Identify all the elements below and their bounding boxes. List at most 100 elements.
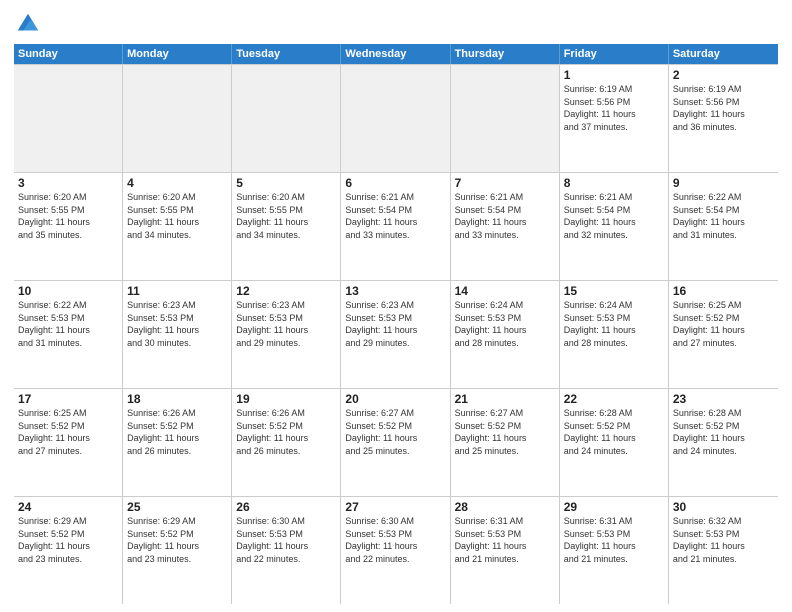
day-number: 14 [455,284,555,298]
header [14,10,778,38]
calendar-row-3: 17Sunrise: 6:25 AMSunset: 5:52 PMDayligh… [14,388,778,496]
day-info: Sunrise: 6:23 AMSunset: 5:53 PMDaylight:… [236,299,336,349]
day-info: Sunrise: 6:23 AMSunset: 5:53 PMDaylight:… [345,299,445,349]
cal-cell-12: 12Sunrise: 6:23 AMSunset: 5:53 PMDayligh… [232,281,341,388]
day-info: Sunrise: 6:24 AMSunset: 5:53 PMDaylight:… [455,299,555,349]
day-number: 24 [18,500,118,514]
cal-cell-9: 9Sunrise: 6:22 AMSunset: 5:54 PMDaylight… [669,173,778,280]
day-number: 12 [236,284,336,298]
day-info: Sunrise: 6:32 AMSunset: 5:53 PMDaylight:… [673,515,774,565]
header-day-monday: Monday [123,44,232,64]
cal-cell-14: 14Sunrise: 6:24 AMSunset: 5:53 PMDayligh… [451,281,560,388]
day-number: 19 [236,392,336,406]
day-number: 15 [564,284,664,298]
day-info: Sunrise: 6:30 AMSunset: 5:53 PMDaylight:… [345,515,445,565]
day-info: Sunrise: 6:26 AMSunset: 5:52 PMDaylight:… [236,407,336,457]
cal-cell-10: 10Sunrise: 6:22 AMSunset: 5:53 PMDayligh… [14,281,123,388]
cal-cell-8: 8Sunrise: 6:21 AMSunset: 5:54 PMDaylight… [560,173,669,280]
logo [14,10,46,38]
day-number: 11 [127,284,227,298]
day-number: 10 [18,284,118,298]
cal-cell-17: 17Sunrise: 6:25 AMSunset: 5:52 PMDayligh… [14,389,123,496]
day-info: Sunrise: 6:22 AMSunset: 5:54 PMDaylight:… [673,191,774,241]
day-info: Sunrise: 6:26 AMSunset: 5:52 PMDaylight:… [127,407,227,457]
day-number: 30 [673,500,774,514]
day-info: Sunrise: 6:25 AMSunset: 5:52 PMDaylight:… [673,299,774,349]
day-number: 2 [673,68,774,82]
page: SundayMondayTuesdayWednesdayThursdayFrid… [0,0,792,612]
cal-cell-20: 20Sunrise: 6:27 AMSunset: 5:52 PMDayligh… [341,389,450,496]
cal-cell-empty-0-4 [451,65,560,172]
cal-cell-27: 27Sunrise: 6:30 AMSunset: 5:53 PMDayligh… [341,497,450,604]
day-number: 17 [18,392,118,406]
day-number: 16 [673,284,774,298]
cal-cell-7: 7Sunrise: 6:21 AMSunset: 5:54 PMDaylight… [451,173,560,280]
day-number: 3 [18,176,118,190]
cal-cell-11: 11Sunrise: 6:23 AMSunset: 5:53 PMDayligh… [123,281,232,388]
cal-cell-empty-0-0 [14,65,123,172]
day-number: 6 [345,176,445,190]
day-info: Sunrise: 6:19 AMSunset: 5:56 PMDaylight:… [673,83,774,133]
calendar-header: SundayMondayTuesdayWednesdayThursdayFrid… [14,44,778,64]
day-info: Sunrise: 6:23 AMSunset: 5:53 PMDaylight:… [127,299,227,349]
cal-cell-19: 19Sunrise: 6:26 AMSunset: 5:52 PMDayligh… [232,389,341,496]
cal-cell-28: 28Sunrise: 6:31 AMSunset: 5:53 PMDayligh… [451,497,560,604]
cal-cell-empty-0-1 [123,65,232,172]
day-number: 29 [564,500,664,514]
cal-cell-4: 4Sunrise: 6:20 AMSunset: 5:55 PMDaylight… [123,173,232,280]
cal-cell-empty-0-2 [232,65,341,172]
cal-cell-30: 30Sunrise: 6:32 AMSunset: 5:53 PMDayligh… [669,497,778,604]
day-number: 28 [455,500,555,514]
day-number: 13 [345,284,445,298]
header-day-saturday: Saturday [669,44,778,64]
day-info: Sunrise: 6:28 AMSunset: 5:52 PMDaylight:… [673,407,774,457]
cal-cell-24: 24Sunrise: 6:29 AMSunset: 5:52 PMDayligh… [14,497,123,604]
calendar-row-2: 10Sunrise: 6:22 AMSunset: 5:53 PMDayligh… [14,280,778,388]
day-number: 27 [345,500,445,514]
logo-icon [14,10,42,38]
day-info: Sunrise: 6:21 AMSunset: 5:54 PMDaylight:… [564,191,664,241]
header-day-sunday: Sunday [14,44,123,64]
day-info: Sunrise: 6:20 AMSunset: 5:55 PMDaylight:… [18,191,118,241]
cal-cell-15: 15Sunrise: 6:24 AMSunset: 5:53 PMDayligh… [560,281,669,388]
day-number: 22 [564,392,664,406]
cal-cell-29: 29Sunrise: 6:31 AMSunset: 5:53 PMDayligh… [560,497,669,604]
day-info: Sunrise: 6:27 AMSunset: 5:52 PMDaylight:… [345,407,445,457]
day-number: 18 [127,392,227,406]
cal-cell-18: 18Sunrise: 6:26 AMSunset: 5:52 PMDayligh… [123,389,232,496]
cal-cell-empty-0-3 [341,65,450,172]
cal-cell-23: 23Sunrise: 6:28 AMSunset: 5:52 PMDayligh… [669,389,778,496]
calendar-body: 1Sunrise: 6:19 AMSunset: 5:56 PMDaylight… [14,64,778,604]
cal-cell-3: 3Sunrise: 6:20 AMSunset: 5:55 PMDaylight… [14,173,123,280]
day-number: 8 [564,176,664,190]
day-info: Sunrise: 6:25 AMSunset: 5:52 PMDaylight:… [18,407,118,457]
day-info: Sunrise: 6:31 AMSunset: 5:53 PMDaylight:… [564,515,664,565]
cal-cell-21: 21Sunrise: 6:27 AMSunset: 5:52 PMDayligh… [451,389,560,496]
day-number: 26 [236,500,336,514]
day-number: 1 [564,68,664,82]
calendar-row-1: 3Sunrise: 6:20 AMSunset: 5:55 PMDaylight… [14,172,778,280]
header-day-wednesday: Wednesday [341,44,450,64]
cal-cell-6: 6Sunrise: 6:21 AMSunset: 5:54 PMDaylight… [341,173,450,280]
day-info: Sunrise: 6:21 AMSunset: 5:54 PMDaylight:… [345,191,445,241]
day-number: 20 [345,392,445,406]
calendar: SundayMondayTuesdayWednesdayThursdayFrid… [14,44,778,604]
day-number: 25 [127,500,227,514]
cal-cell-26: 26Sunrise: 6:30 AMSunset: 5:53 PMDayligh… [232,497,341,604]
cal-cell-1: 1Sunrise: 6:19 AMSunset: 5:56 PMDaylight… [560,65,669,172]
day-info: Sunrise: 6:30 AMSunset: 5:53 PMDaylight:… [236,515,336,565]
calendar-row-4: 24Sunrise: 6:29 AMSunset: 5:52 PMDayligh… [14,496,778,604]
cal-cell-25: 25Sunrise: 6:29 AMSunset: 5:52 PMDayligh… [123,497,232,604]
header-day-thursday: Thursday [451,44,560,64]
cal-cell-22: 22Sunrise: 6:28 AMSunset: 5:52 PMDayligh… [560,389,669,496]
cal-cell-5: 5Sunrise: 6:20 AMSunset: 5:55 PMDaylight… [232,173,341,280]
day-info: Sunrise: 6:28 AMSunset: 5:52 PMDaylight:… [564,407,664,457]
day-number: 4 [127,176,227,190]
day-number: 9 [673,176,774,190]
header-day-friday: Friday [560,44,669,64]
day-info: Sunrise: 6:19 AMSunset: 5:56 PMDaylight:… [564,83,664,133]
day-info: Sunrise: 6:31 AMSunset: 5:53 PMDaylight:… [455,515,555,565]
cal-cell-13: 13Sunrise: 6:23 AMSunset: 5:53 PMDayligh… [341,281,450,388]
day-number: 5 [236,176,336,190]
day-info: Sunrise: 6:22 AMSunset: 5:53 PMDaylight:… [18,299,118,349]
